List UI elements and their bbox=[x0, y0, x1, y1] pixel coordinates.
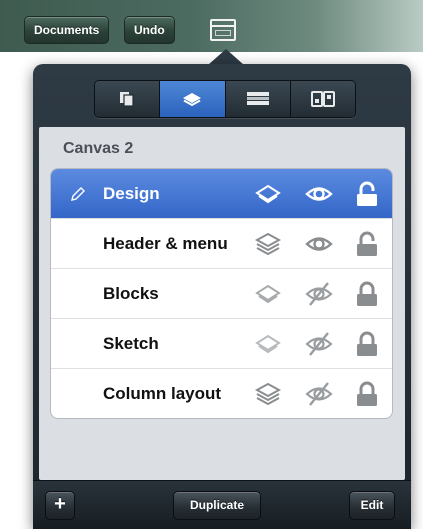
components-icon bbox=[310, 91, 335, 107]
layer-row-sketch[interactable]: Sketch bbox=[51, 319, 392, 369]
layers-outline-icon[interactable] bbox=[254, 330, 282, 358]
layers-stack-icon[interactable] bbox=[254, 380, 282, 408]
layer-name: Column layout bbox=[103, 384, 222, 403]
popover-arrow bbox=[208, 49, 244, 65]
unlock-icon[interactable] bbox=[353, 230, 381, 258]
layers-stack-icon[interactable] bbox=[254, 230, 282, 258]
top-toolbar: Documents Undo bbox=[0, 0, 423, 65]
layer-row-blocks[interactable]: Blocks bbox=[51, 269, 392, 319]
eye-icon[interactable] bbox=[305, 180, 333, 208]
popover-bottom-bar: + Duplicate Edit bbox=[33, 480, 411, 529]
eye-hidden-icon[interactable] bbox=[305, 280, 333, 308]
eye-hidden-icon[interactable] bbox=[305, 380, 333, 408]
segment-components[interactable] bbox=[290, 81, 355, 117]
layer-name: Header & menu bbox=[103, 234, 228, 253]
segment-list[interactable] bbox=[225, 81, 291, 117]
layer-row-column-layout[interactable]: Column layout bbox=[51, 369, 392, 418]
lock-icon[interactable] bbox=[353, 280, 381, 308]
layers-outline-icon[interactable] bbox=[254, 280, 282, 308]
layer-name: Design bbox=[103, 184, 160, 203]
lock-icon[interactable] bbox=[353, 330, 381, 358]
documents-button[interactable]: Documents bbox=[24, 16, 110, 44]
layer-name: Blocks bbox=[103, 284, 159, 303]
layer-row-design[interactable]: Design bbox=[51, 169, 392, 219]
layers-popover: Canvas 2 Design Header & menu Blocks Ske… bbox=[33, 64, 411, 529]
segment-layers[interactable] bbox=[160, 81, 226, 117]
layers-list: Design Header & menu Blocks Sketch Colum… bbox=[50, 168, 393, 419]
layer-row-header-menu[interactable]: Header & menu bbox=[51, 219, 392, 269]
undo-button[interactable]: Undo bbox=[124, 16, 175, 44]
segment-pages[interactable] bbox=[95, 81, 161, 117]
view-segmented-control bbox=[94, 80, 356, 118]
layers-icon bbox=[183, 93, 202, 107]
layers-panel: Canvas 2 Design Header & menu Blocks Ske… bbox=[39, 127, 405, 480]
unlock-icon[interactable] bbox=[353, 180, 381, 208]
layout-grid-icon[interactable] bbox=[210, 19, 236, 41]
add-layer-button[interactable]: + bbox=[45, 491, 75, 520]
pages-icon bbox=[120, 92, 134, 107]
canvas-title: Canvas 2 bbox=[63, 140, 134, 157]
edit-button[interactable]: Edit bbox=[349, 491, 395, 520]
duplicate-button[interactable]: Duplicate bbox=[173, 491, 261, 520]
eye-hidden-icon[interactable] bbox=[305, 330, 333, 358]
eye-icon[interactable] bbox=[305, 230, 333, 258]
pencil-icon bbox=[71, 187, 85, 201]
list-icon bbox=[246, 92, 269, 105]
layers-outline-icon[interactable] bbox=[254, 180, 282, 208]
layer-name: Sketch bbox=[103, 334, 159, 353]
lock-icon[interactable] bbox=[353, 380, 381, 408]
